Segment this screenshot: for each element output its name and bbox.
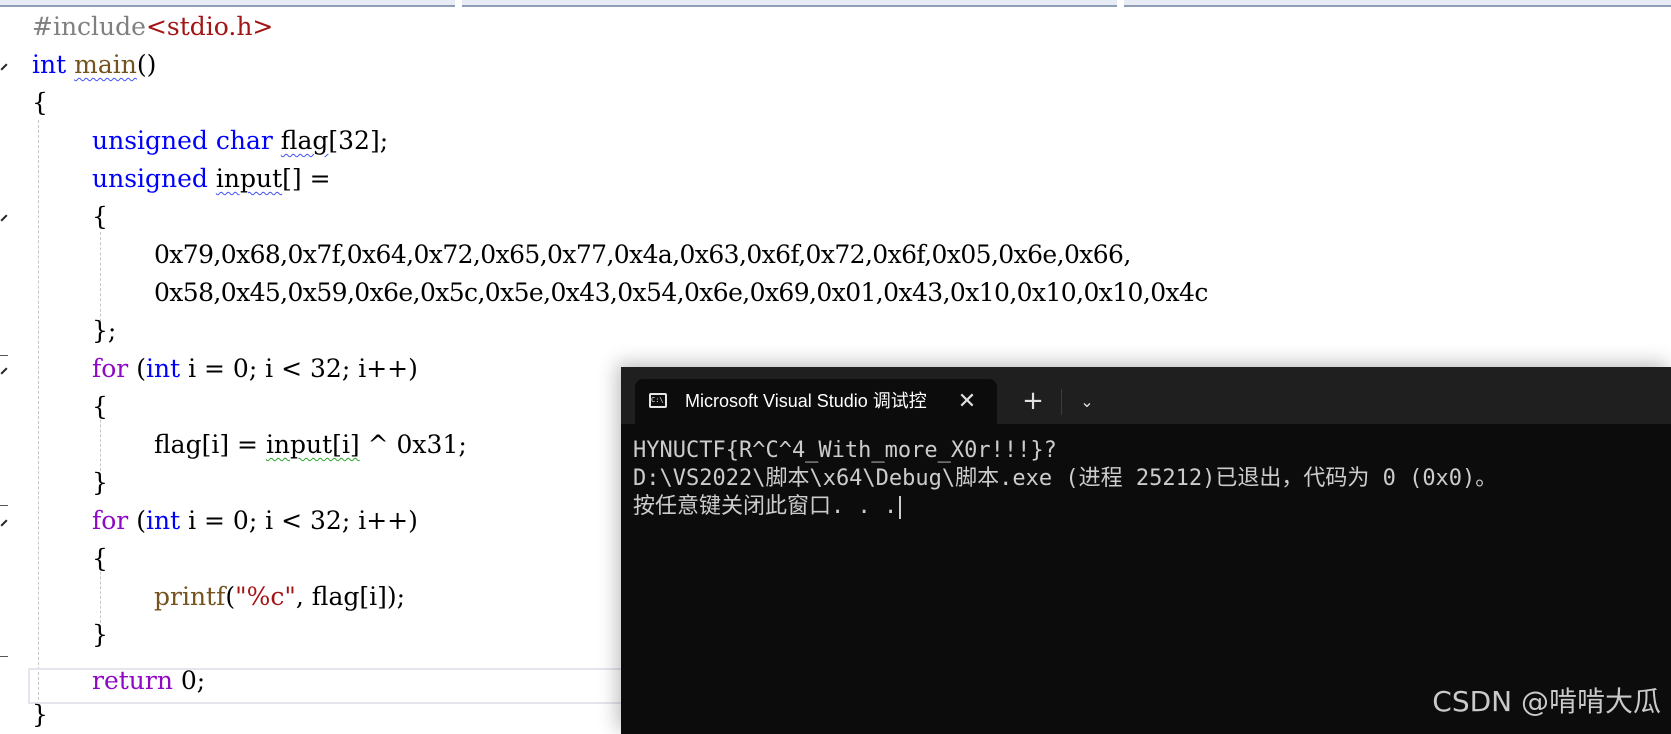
terminal-output-line: D:\VS2022\脚本\x64\Debug\脚本.exe (进程 25212)… (633, 466, 1498, 491)
code-text: 0; (172, 666, 206, 695)
new-tab-button[interactable]: + (1011, 379, 1055, 424)
terminal-tab-title: Microsoft Visual Studio 调试控 (685, 391, 927, 411)
terminal-titlebar[interactable]: C:\ Microsoft Visual Studio 调试控 ✕ + ⌄ (621, 367, 1671, 424)
keyword: int (145, 506, 181, 535)
string-literal: "%c" (235, 582, 296, 611)
code-line-include[interactable]: #include<stdio.h> (32, 8, 273, 46)
code-text: [] = (282, 164, 331, 193)
function-name: main (74, 50, 137, 79)
function-name: printf (154, 582, 226, 611)
code-line-array-values[interactable]: 0x79,0x68,0x7f,0x64,0x72,0x65,0x77,0x4a,… (154, 236, 1131, 274)
code-line-input-decl[interactable]: unsigned input[] = (92, 160, 331, 198)
preprocessor-directive: #include (32, 12, 146, 41)
code-line-brace[interactable]: { (92, 198, 108, 236)
control-keyword: return (92, 666, 173, 695)
watermark: CSDN @啃啃大瓜 (1432, 685, 1661, 718)
code-text: ( (128, 354, 146, 383)
code-line-xor[interactable]: flag[i] = input[i] ^ 0x31; (154, 426, 467, 464)
code-text: [32]; (328, 126, 389, 155)
code-text: ( (225, 582, 236, 611)
code-text: , flag[i]); (295, 582, 406, 611)
terminal-output-line: HYNUCTF{R^C^4_With_more_X0r!!!}? (633, 438, 1057, 463)
code-text: i = 0; i < 32; i++) (180, 506, 418, 535)
code-line-brace[interactable]: { (32, 84, 48, 122)
code-line-array-values[interactable]: 0x58,0x45,0x59,0x6e,0x5c,0x5e,0x43,0x54,… (154, 274, 1208, 312)
code-line-for[interactable]: for (int i = 0; i < 32; i++) (92, 350, 418, 388)
titlebar-divider (1061, 389, 1062, 415)
code-line-brace[interactable]: { (92, 540, 108, 578)
terminal-output-line: 按任意键关闭此窗口. . . (633, 493, 1663, 521)
variable-name: input (215, 164, 283, 193)
terminal-prompt-text: 按任意键关闭此窗口. . . (633, 494, 898, 519)
keyword: int (32, 50, 67, 79)
code-line-main[interactable]: int main() (32, 46, 156, 84)
code-text: flag[i] = (154, 430, 266, 459)
outline-end-marker (0, 355, 8, 356)
outline-collapse-marker[interactable] (0, 214, 8, 222)
console-icon: C:\ (649, 393, 667, 408)
code-line-printf[interactable]: printf("%c", flag[i]); (154, 578, 405, 616)
keyword: unsigned (92, 164, 208, 193)
text-cursor (899, 495, 902, 519)
code-line-return[interactable]: return 0; (92, 662, 205, 700)
outline-end-marker (0, 505, 8, 506)
keyword: int (145, 354, 181, 383)
code-line-brace[interactable]: } (32, 696, 48, 734)
keyword: unsigned char (92, 126, 273, 155)
indent-guide (38, 120, 39, 700)
outline-collapse-marker[interactable] (0, 519, 8, 527)
code-line-for[interactable]: for (int i = 0; i < 32; i++) (92, 502, 418, 540)
code-line-brace[interactable]: } (92, 616, 108, 654)
variable-name: input[i] (265, 430, 360, 459)
code-text: () (136, 50, 157, 79)
variable-name: flag (280, 126, 329, 155)
code-line-brace[interactable]: { (92, 388, 108, 426)
outline-end-marker (0, 656, 8, 657)
terminal-tab[interactable]: C:\ Microsoft Visual Studio 调试控 ✕ (635, 379, 997, 424)
terminal-window[interactable]: C:\ Microsoft Visual Studio 调试控 ✕ + ⌄ HY… (621, 367, 1671, 734)
code-line-brace[interactable]: }; (92, 312, 116, 350)
code-text: ( (128, 506, 146, 535)
code-text: ^ 0x31; (359, 430, 467, 459)
code-line-brace[interactable]: } (92, 464, 108, 502)
terminal-output[interactable]: HYNUCTF{R^C^4_With_more_X0r!!!}? D:\VS20… (633, 437, 1663, 521)
code-line-flag-decl[interactable]: unsigned char flag[32]; (92, 122, 388, 160)
outline-collapse-marker[interactable] (0, 63, 8, 71)
code-text: i = 0; i < 32; i++) (180, 354, 418, 383)
control-keyword: for (92, 506, 129, 535)
include-header: <stdio.h> (145, 12, 274, 41)
outline-collapse-marker[interactable] (0, 367, 8, 375)
chevron-down-icon[interactable]: ⌄ (1068, 379, 1106, 424)
close-icon[interactable]: ✕ (953, 379, 981, 424)
control-keyword: for (92, 354, 129, 383)
